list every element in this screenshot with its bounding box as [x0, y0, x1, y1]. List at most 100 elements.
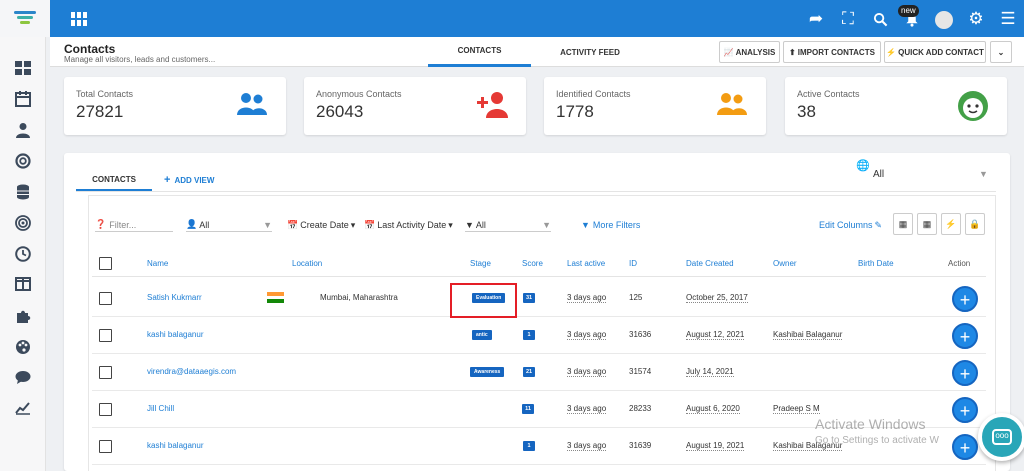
target-icon[interactable] [14, 215, 32, 233]
analysis-button[interactable]: 📈 ANALYSIS [719, 41, 780, 63]
row-checkbox[interactable] [99, 329, 112, 342]
stat-card-identified: Identified Contacts 1778 [544, 77, 766, 135]
tab-activity-feed[interactable]: ACTIVITY FEED [540, 37, 640, 67]
add-action-button[interactable]: + [952, 286, 978, 312]
row-checkbox[interactable] [99, 366, 112, 379]
column-id[interactable]: ID [629, 259, 637, 268]
palette-icon[interactable] [14, 339, 32, 357]
owner-select[interactable]: 👤 All ▼ [186, 218, 272, 232]
share-icon[interactable]: ➦ [800, 0, 832, 37]
last-activity-filter[interactable]: 📅 Last Activity Date ▾ [364, 218, 453, 232]
stat-card-active: Active Contacts 38 [785, 77, 1007, 135]
lifebuoy-icon[interactable] [14, 153, 32, 171]
contact-name-link[interactable]: virendra@dataaegis.com [147, 367, 236, 376]
contact-name-link[interactable]: kashi balaganur [147, 441, 203, 450]
date-created: August 12, 2021 [686, 330, 745, 340]
score-badge: 1 [523, 441, 535, 451]
database-icon[interactable] [14, 184, 32, 202]
add-action-button[interactable]: + [952, 360, 978, 386]
export-button[interactable]: 🔒 [965, 213, 985, 235]
panel-tab-contacts[interactable]: CONTACTS [76, 169, 152, 191]
column-stage[interactable]: Stage [470, 259, 491, 268]
add-action-button[interactable]: + [952, 397, 978, 423]
column-location[interactable]: Location [292, 259, 322, 268]
type-select[interactable]: ▼ All ▼ [465, 218, 551, 232]
sidebar [0, 37, 46, 471]
chevron-down-icon[interactable]: ▼ [979, 169, 988, 179]
add-user-icon [477, 92, 508, 118]
top-bar: ➦ ⛶ new ⚙ ☰ [0, 0, 1024, 37]
row-checkbox[interactable] [99, 292, 112, 305]
app-logo[interactable] [0, 0, 50, 37]
contact-id: 28233 [629, 404, 652, 413]
date-created: October 25, 2017 [686, 293, 748, 303]
user-icon[interactable] [14, 122, 32, 140]
search-icon[interactable] [864, 0, 896, 37]
last-active: 3 days ago [567, 404, 607, 414]
stat-card-anonymous: Anonymous Contacts 26043 [304, 77, 526, 135]
page-title: Contacts [64, 42, 116, 56]
table-view-button[interactable]: ▦ [893, 213, 913, 235]
table-icon: ▦ [898, 218, 908, 229]
contact-name-link[interactable]: Satish Kukmarr [147, 293, 202, 302]
india-flag-icon [267, 292, 284, 303]
avatar[interactable] [928, 0, 960, 37]
bell-icon[interactable]: new [896, 0, 928, 37]
import-contacts-button[interactable]: ⬆ IMPORT CONTACTS [783, 41, 881, 63]
row-checkbox[interactable] [99, 403, 112, 416]
page-subtitle: Manage all visitors, leads and customers… [64, 55, 216, 64]
tab-contacts[interactable]: CONTACTS [428, 37, 531, 67]
apps-grid-icon[interactable] [71, 12, 87, 26]
globe-icon: 🌐 [856, 160, 870, 172]
columns-icon[interactable] [14, 277, 32, 295]
calendar-icon[interactable] [14, 91, 32, 109]
last-active: 3 days ago [567, 293, 607, 303]
gear-icon[interactable]: ⚙ [960, 0, 992, 37]
page-header: Contacts Manage all visitors, leads and … [50, 37, 1024, 67]
more-filters-button[interactable]: ▼ More Filters [581, 218, 640, 232]
chat-icon[interactable] [14, 370, 32, 388]
add-action-button[interactable]: + [952, 323, 978, 349]
row-checkbox[interactable] [99, 440, 112, 453]
edit-columns-button[interactable]: Edit Columns ✎ [819, 218, 882, 232]
lock-icon: 🔒 [969, 218, 981, 229]
column-name[interactable]: Name [147, 259, 168, 268]
add-view-button[interactable]: + ADD VIEW [164, 169, 214, 191]
add-action-button[interactable]: + [952, 434, 978, 460]
select-all-checkbox[interactable] [99, 257, 112, 270]
column-action: Action [948, 259, 971, 268]
table-row: virendra@dataaegis.com Awareness 21 3 da… [92, 354, 986, 391]
puzzle-icon[interactable] [14, 308, 32, 326]
dashboard-icon[interactable] [14, 61, 32, 79]
chevron-down-icon: ▼ [263, 219, 272, 230]
contact-name-link[interactable]: Jill Chill [147, 404, 174, 413]
edit-icon: ✎ [874, 219, 883, 230]
fullscreen-icon[interactable]: ⛶ [832, 0, 864, 37]
menu-icon[interactable]: ☰ [992, 0, 1024, 37]
users-icon [237, 93, 267, 115]
stage-badge: antic [472, 330, 492, 340]
contact-name-link[interactable]: kashi balaganur [147, 330, 203, 339]
column-score[interactable]: Score [522, 259, 543, 268]
contact-id: 31574 [629, 367, 652, 376]
calendar-icon: 📅 [287, 219, 299, 230]
create-date-filter[interactable]: 📅 Create Date ▾ [287, 218, 355, 232]
column-birth-date[interactable]: Birth Date [858, 259, 894, 268]
bulk-action-button[interactable]: ⚡ [941, 213, 961, 235]
filter-input[interactable]: ❓ Filter... [95, 218, 173, 232]
quick-add-contact-button[interactable]: ⚡ QUICK ADD CONTACT [884, 41, 986, 63]
caret-down-icon: ▾ [448, 219, 453, 230]
scope-select[interactable]: All [873, 169, 884, 180]
column-date-created[interactable]: Date Created [686, 259, 734, 268]
upload-icon: ⬆ [789, 47, 796, 57]
location: Mumbai, Maharashtra [320, 293, 398, 302]
live-chat-button[interactable]: ooo [978, 413, 1024, 461]
column-owner[interactable]: Owner [773, 259, 797, 268]
activate-windows-subtext: Go to Settings to activate W [815, 435, 939, 446]
grid-view-button[interactable]: ▦ [917, 213, 937, 235]
column-last-active[interactable]: Last active [567, 259, 605, 268]
table-row: Satish Kukmarr Mumbai, Maharashtra Evalu… [92, 280, 986, 317]
clock-icon[interactable] [14, 246, 32, 264]
trend-icon[interactable] [14, 401, 32, 419]
more-dropdown-button[interactable]: ⌄ [990, 41, 1012, 63]
